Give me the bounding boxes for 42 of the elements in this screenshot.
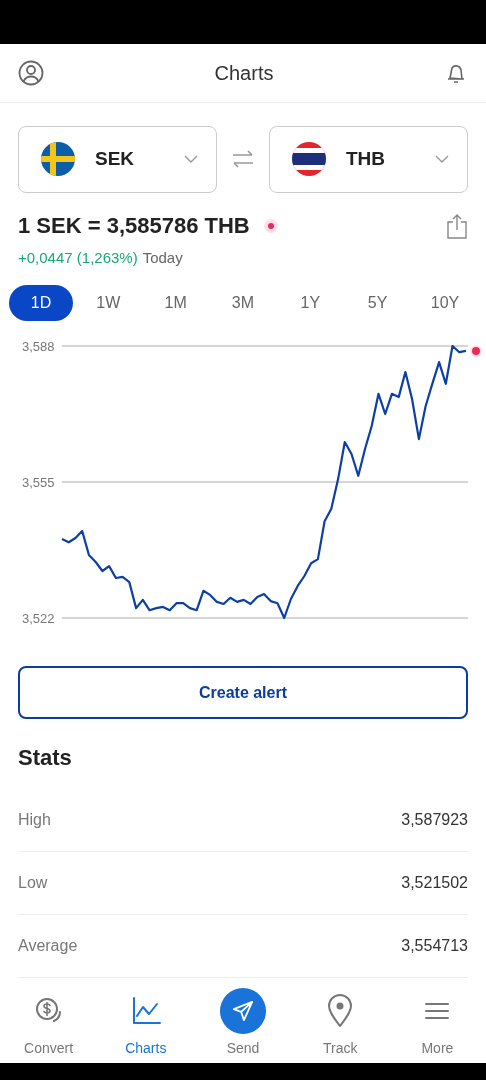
- create-alert-button[interactable]: Create alert: [18, 666, 468, 720]
- currency-code: THB: [346, 147, 387, 172]
- nav-tab[interactable]: Convert: [0, 988, 98, 1060]
- range-tab[interactable]: 1M: [143, 285, 208, 322]
- axis-tick-label: 3,522: [22, 611, 55, 627]
- stat-label: Low: [18, 873, 48, 894]
- range-tab[interactable]: 10Y: [412, 285, 477, 322]
- profile-icon[interactable]: [18, 59, 44, 86]
- stat-value: 3,554713: [401, 936, 468, 957]
- flag-icon: [41, 142, 75, 177]
- range-tab[interactable]: 3M: [211, 285, 275, 322]
- menu-icon: [424, 1001, 451, 1022]
- exchange-rate: 1 SEK = 3,585786 THB: [18, 212, 250, 241]
- share-icon[interactable]: [446, 213, 468, 239]
- nav-tab[interactable]: Send: [194, 988, 292, 1060]
- range-tab[interactable]: 1D: [9, 285, 73, 322]
- rate-change: +0,0447 (1,263%): [18, 248, 138, 268]
- stat-label: Average: [18, 936, 78, 957]
- map-pin-icon: [326, 994, 355, 1029]
- nav-tab[interactable]: Track: [291, 988, 389, 1060]
- range-tab[interactable]: 1W: [76, 285, 141, 322]
- chevron-down-icon: [435, 155, 449, 164]
- chevron-down-icon: [184, 155, 198, 164]
- currency-selector[interactable]: SEK: [18, 126, 217, 193]
- nav-tab[interactable]: Charts: [97, 988, 195, 1060]
- page-title: Charts: [214, 60, 274, 86]
- change-period: Today: [142, 248, 183, 268]
- range-tab[interactable]: 1Y: [278, 285, 343, 322]
- flag-icon: [292, 142, 326, 177]
- axis-tick-label: 3,588: [22, 339, 55, 355]
- stat-label: High: [18, 810, 51, 831]
- nav-tab[interactable]: More: [388, 988, 486, 1060]
- stat-value: 3,521502: [401, 873, 468, 894]
- line-chart-icon: [130, 996, 161, 1027]
- axis-tick-label: 3,555: [22, 475, 55, 491]
- paper-plane-icon: [232, 1000, 254, 1023]
- currency-code: SEK: [95, 147, 136, 172]
- live-dot: [470, 345, 482, 358]
- section-title: Stats: [17, 744, 73, 773]
- currency-selector[interactable]: THB: [269, 126, 468, 193]
- stat-value: 3,587923: [401, 810, 468, 831]
- range-tab[interactable]: 5Y: [345, 285, 410, 322]
